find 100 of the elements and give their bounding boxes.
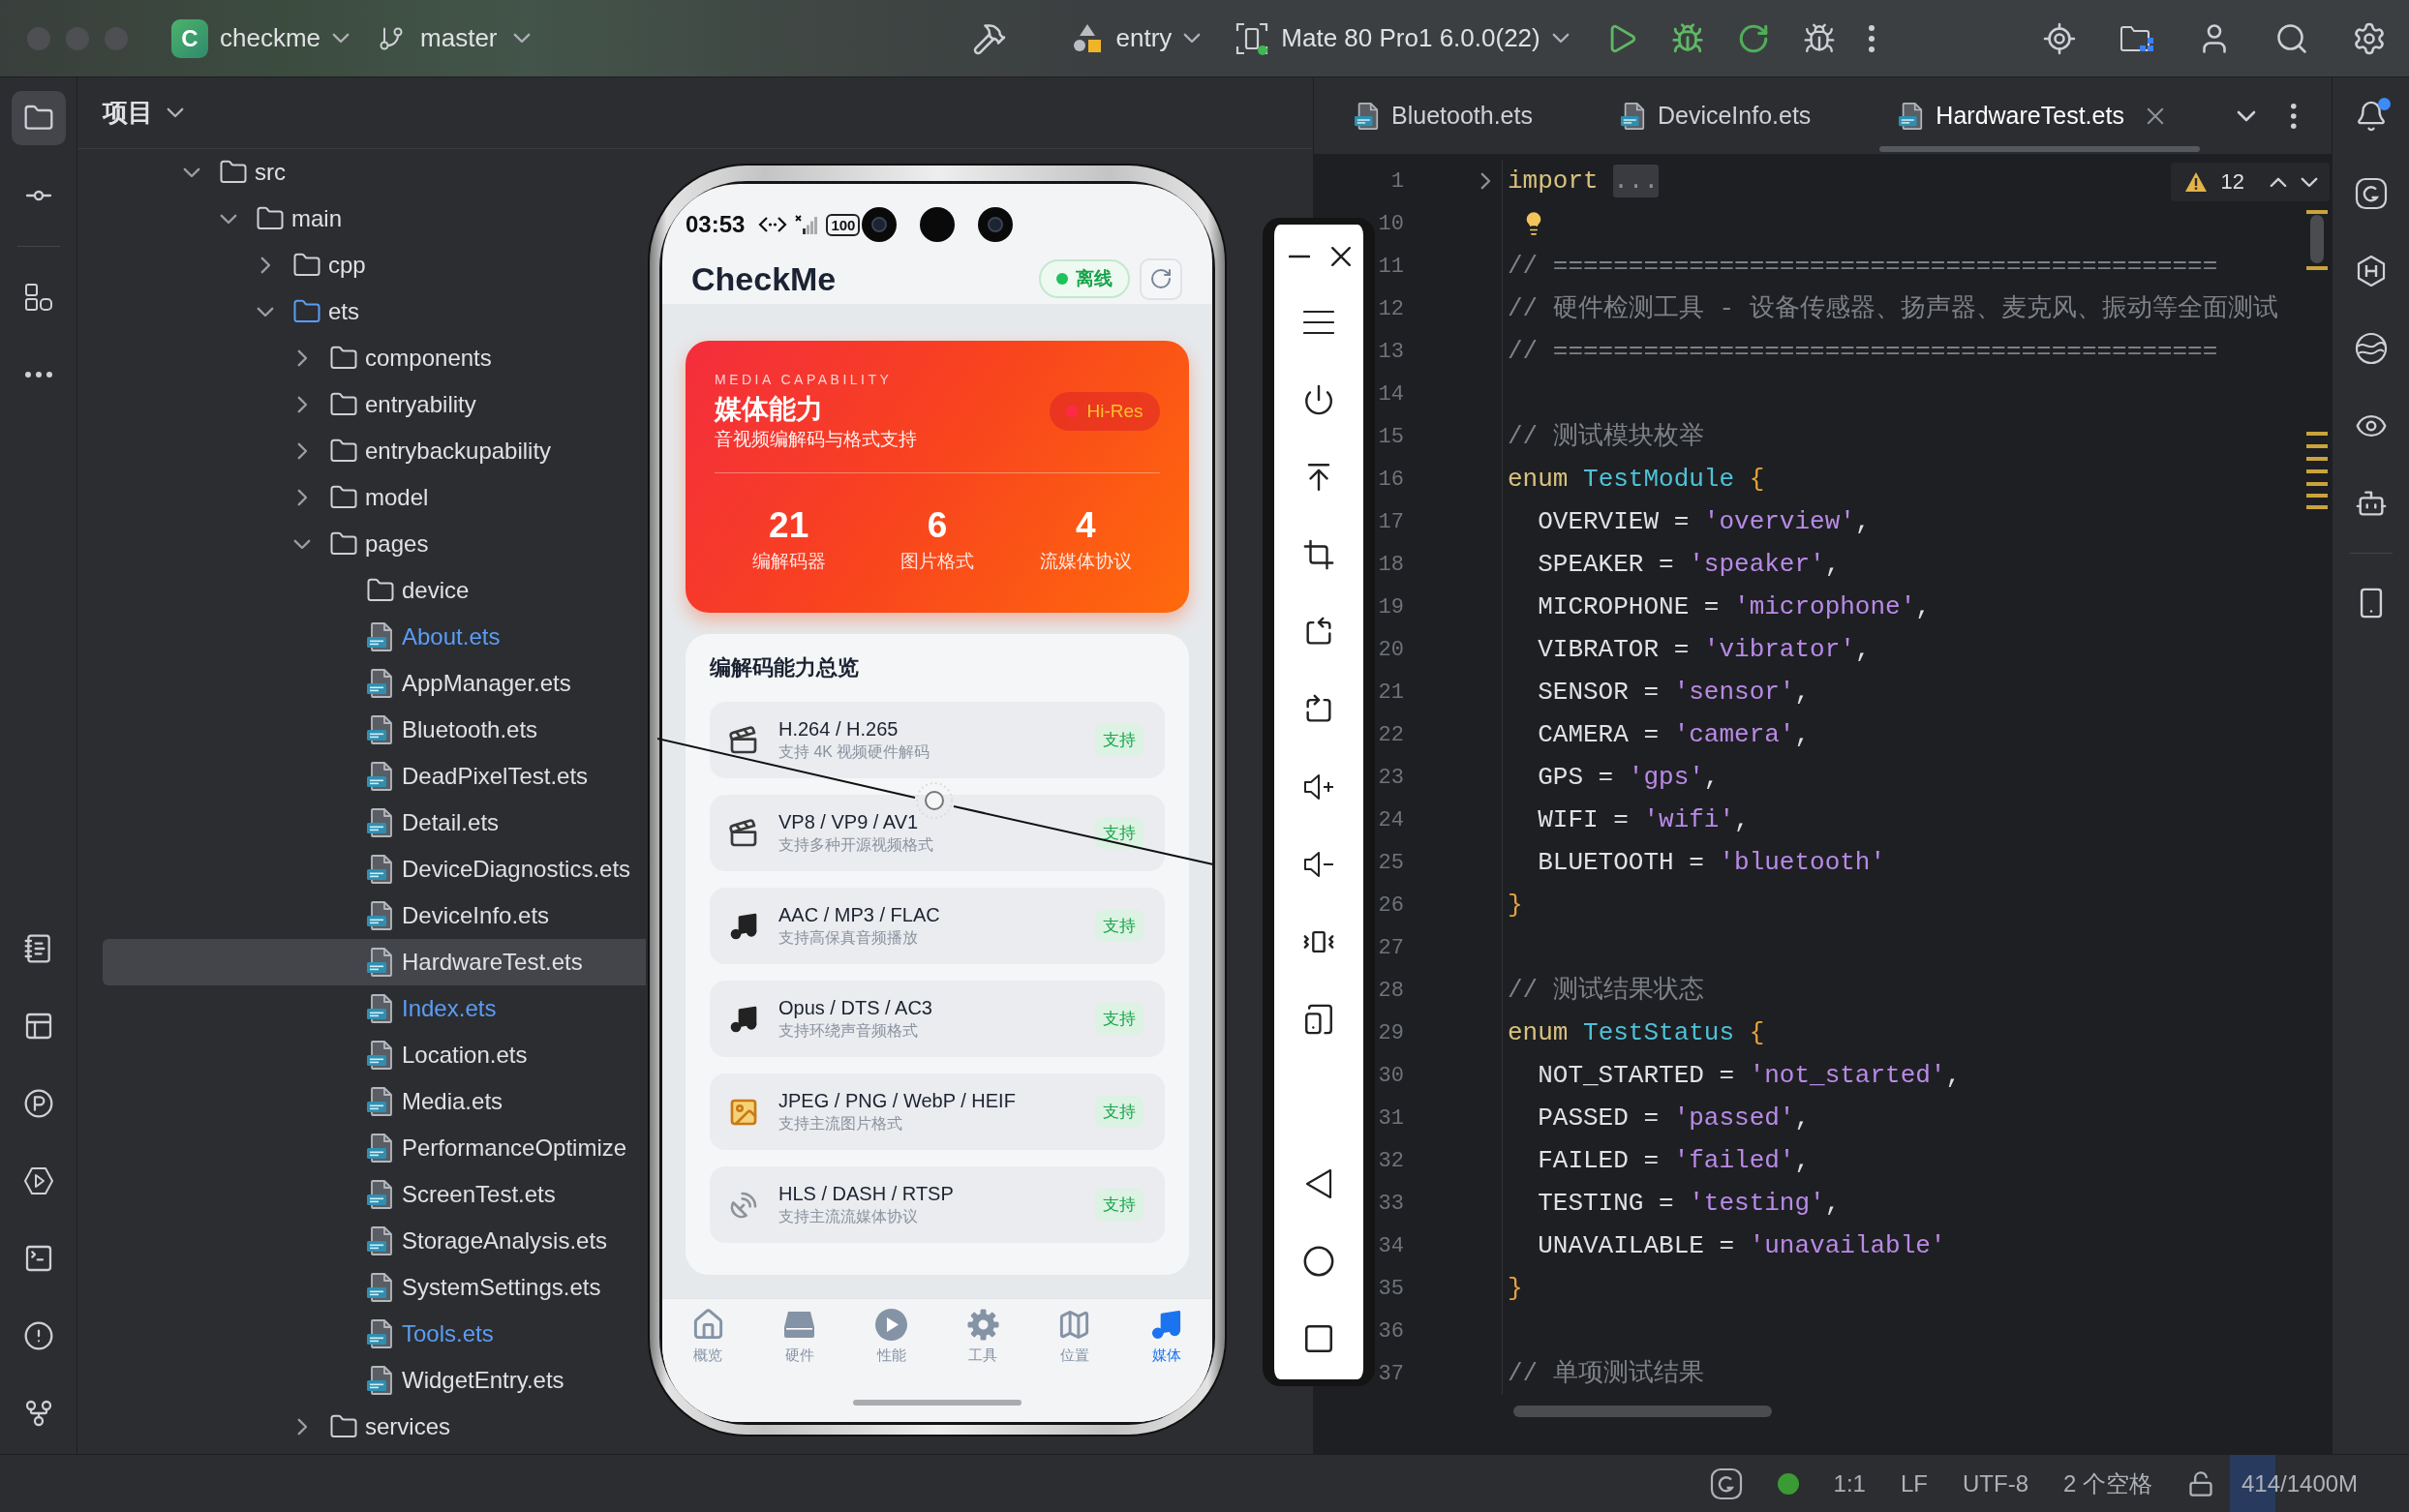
project-view-selector[interactable]: 项目 [103,96,184,130]
warning-stripe-marker[interactable] [2306,444,2328,448]
file-tree-item[interactable]: services [103,1404,646,1450]
recents-icon[interactable] [1302,1322,1335,1355]
editor-tab[interactable]: Bluetooth.ets [1314,77,1580,154]
project-name[interactable]: checkme [220,23,321,53]
branch-name[interactable]: master [420,23,498,53]
indent-setting[interactable]: 2 个空格 [2063,1467,2152,1499]
file-tree-item[interactable]: components [103,335,646,381]
chevron-right-icon[interactable] [296,396,308,413]
settings-icon[interactable] [2352,20,2387,56]
ets-file-icon [366,669,395,698]
warning-stripe-marker[interactable] [2306,494,2328,498]
file-tree-item[interactable]: Tools.ets [103,1311,646,1357]
chevron-right-icon[interactable] [296,489,308,506]
chevron-down-icon[interactable] [293,538,311,550]
file-tree-item[interactable]: pages [103,521,646,567]
chevron-right-icon[interactable] [1480,172,1491,190]
minimize-icon[interactable] [1289,255,1310,258]
file-tree-item[interactable]: DeviceInfo.ets [103,892,646,939]
memory-indicator[interactable]: 414/1400M [2230,1455,2385,1512]
chevron-down-icon[interactable] [332,33,351,44]
tab-item[interactable]: 媒体 [1120,1308,1212,1365]
file-tree-item[interactable]: StorageAnalysis.ets [103,1218,646,1264]
editor-tab[interactable]: HardwareTest.ets [1858,77,2211,154]
caret-position[interactable]: 1:1 [1833,1469,1866,1497]
file-tree-item[interactable]: model [103,474,646,521]
power-icon[interactable] [1302,383,1335,416]
chevron-down-icon[interactable] [220,213,237,225]
chevron-down-icon[interactable] [1183,33,1202,44]
unlock-icon[interactable] [2187,1469,2214,1497]
ets-file-icon [366,1273,395,1302]
chevron-down-icon[interactable] [2301,176,2318,188]
file-tree-item[interactable]: ScreenTest.ets [103,1171,646,1218]
file-tree-item[interactable]: ets [103,288,646,335]
file-tree-item[interactable]: HardwareTest.ets [103,939,646,985]
file-tree-item[interactable]: main [103,196,646,242]
device-icon[interactable] [1235,20,1270,56]
menu-icon[interactable] [1303,310,1334,335]
warning-stripe-marker[interactable] [2306,457,2328,461]
file-tree-item[interactable]: SystemSettings.ets [103,1264,646,1311]
file-tree-item[interactable]: src [103,149,646,196]
run-configuration[interactable]: entry [1115,23,1173,53]
chevron-down-icon[interactable] [183,166,200,178]
globe-icon[interactable] [2354,332,2388,365]
warning-stripe-marker[interactable] [2306,469,2328,473]
multi-device-icon[interactable] [1302,1003,1335,1036]
line-number: 25 [1378,850,1404,875]
vertical-scrollbar-thumb[interactable] [2310,215,2324,263]
crop-icon[interactable] [1302,538,1335,571]
home-icon[interactable] [1302,1245,1335,1278]
warning-stripe-marker[interactable] [2306,482,2328,486]
file-tree-item[interactable]: entryability [103,381,646,428]
tool-window-button[interactable] [11,91,66,145]
file-tree-item[interactable]: About.ets [103,614,646,660]
bug-icon[interactable] [1802,21,1836,55]
back-icon[interactable] [1304,1168,1333,1199]
device-name[interactable]: Mate 80 Pro1 6.0.0(22) [1281,23,1540,53]
file-tree-item[interactable]: PerformanceOptimize [103,1125,646,1171]
crosshair-icon[interactable] [2042,20,2077,56]
chevron-up-icon[interactable] [2270,176,2287,188]
horizontal-scrollbar-thumb[interactable] [1513,1406,1772,1417]
code-line: PASSED = 'passed', [1537,1103,1811,1134]
file-tree-item[interactable]: DeadPixelTest.ets [103,753,646,800]
more-icon[interactable] [2291,103,2297,129]
file-tree-item[interactable]: cpp [103,242,646,288]
g-logo-icon[interactable] [1709,1467,1743,1500]
editor-tab[interactable]: DeviceInfo.ets [1579,77,1859,154]
chevron-right-icon[interactable] [259,257,271,274]
file-tree-item[interactable]: WidgetEntry.ets [103,1357,646,1404]
file-tree-item[interactable]: device [103,567,646,614]
file-tree-item[interactable]: Detail.ets [103,800,646,846]
chevron-down-icon[interactable] [2237,109,2257,122]
chevron-right-icon[interactable] [296,1418,308,1436]
refresh-button[interactable] [1140,257,1182,300]
file-tree-item[interactable]: AppManager.ets [103,660,646,707]
file-tree-item[interactable]: Location.ets [103,1032,646,1078]
line-separator[interactable]: LF [1900,1469,1928,1497]
warning-stripe-marker[interactable] [2306,266,2328,270]
chevron-down-icon[interactable] [257,306,274,318]
file-tree-item[interactable]: Bluetooth.ets [103,707,646,753]
file-encoding[interactable]: UTF-8 [1963,1469,2028,1497]
card-title: 媒体能力 [715,393,824,426]
g-logo-icon[interactable] [2354,177,2388,210]
file-tree-item[interactable]: Index.ets [103,985,646,1032]
more-icon[interactable] [1868,24,1875,52]
chevron-right-icon[interactable] [296,349,308,367]
chevron-down-icon[interactable] [1551,33,1570,44]
file-tree-item[interactable]: Media.ets [103,1078,646,1125]
warning-stripe-marker[interactable] [2306,432,2328,436]
warning-stripe-marker[interactable] [2306,210,2328,214]
warning-count[interactable]: 12 [2220,169,2244,195]
bug-icon[interactable] [1670,21,1704,55]
line-number: 16 [1378,467,1404,492]
close-icon[interactable] [1330,246,1352,267]
file-tree-item[interactable]: entrybackupability [103,428,646,474]
file-tree-item[interactable]: DeviceDiagnostics.ets [103,846,646,892]
code-line: WIFI = 'wifi', [1537,804,1750,836]
chevron-right-icon[interactable] [296,442,308,460]
warning-stripe-marker[interactable] [2306,505,2328,509]
